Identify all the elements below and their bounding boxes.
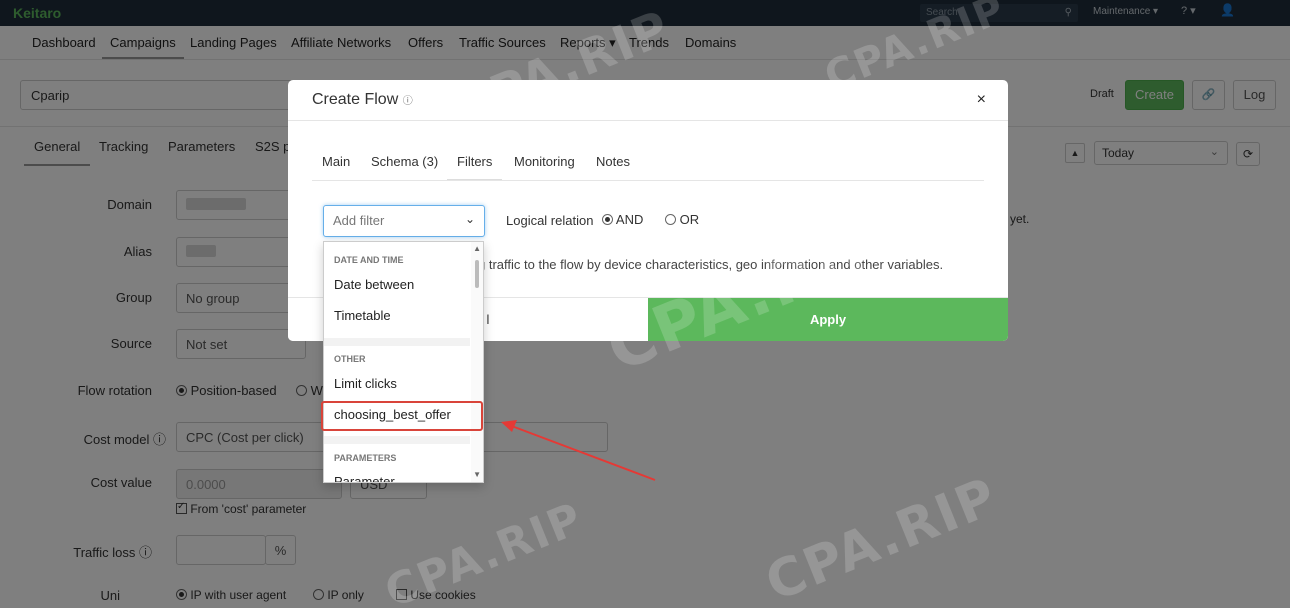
filter-dropdown[interactable]: DATE AND TIME Date between Timetable OTH… bbox=[323, 241, 484, 483]
add-filter-select[interactable]: Add filter ⌄ bbox=[323, 205, 485, 237]
dropdown-item-date-between[interactable]: Date between bbox=[334, 277, 414, 292]
modal-tab-filters[interactable]: Filters bbox=[447, 154, 503, 181]
tab-divider bbox=[312, 180, 984, 181]
scroll-up-icon[interactable]: ▲ bbox=[473, 244, 481, 253]
scroll-down-icon[interactable]: ▼ bbox=[473, 470, 481, 479]
scrollbar-thumb[interactable] bbox=[475, 260, 479, 288]
chevron-down-icon: ⌄ bbox=[464, 212, 475, 226]
filter-placeholder: Add filter bbox=[333, 213, 385, 228]
radio-icon bbox=[665, 214, 676, 225]
close-icon[interactable]: × bbox=[977, 91, 986, 109]
dropdown-item-parameter[interactable]: Parameter bbox=[334, 474, 395, 482]
modal-tab-notes[interactable]: Notes bbox=[596, 154, 630, 169]
dropdown-divider bbox=[324, 338, 470, 346]
modal-header: Create Flow ⓘ × bbox=[288, 80, 1008, 121]
dropdown-item-timetable[interactable]: Timetable bbox=[334, 308, 391, 323]
dropdown-item-limit-clicks[interactable]: Limit clicks bbox=[334, 376, 397, 391]
logical-relation-label: Logical relation bbox=[506, 213, 594, 228]
radio-or[interactable]: OR bbox=[665, 212, 699, 227]
modal-title-text: Create Flow bbox=[312, 91, 399, 108]
radio-label: OR bbox=[679, 212, 700, 227]
modal-tab-main[interactable]: Main bbox=[322, 154, 350, 169]
dropdown-group-parameters: PARAMETERS bbox=[334, 453, 397, 463]
dropdown-divider bbox=[324, 436, 470, 444]
modal-tab-monitoring[interactable]: Monitoring bbox=[514, 154, 575, 169]
radio-label: AND bbox=[615, 212, 644, 227]
radio-and[interactable]: AND bbox=[602, 212, 643, 227]
dropdown-scrollbar[interactable]: ▲ ▼ bbox=[471, 242, 483, 482]
annotation-arrow-icon bbox=[501, 420, 656, 481]
annotation-highlight bbox=[321, 401, 483, 431]
modal-tab-schema[interactable]: Schema (3) bbox=[371, 154, 438, 169]
dropdown-group-date: DATE AND TIME bbox=[334, 255, 404, 265]
cancel-label: l bbox=[486, 312, 490, 327]
dropdown-group-other: OTHER bbox=[334, 354, 366, 364]
info-icon[interactable]: ⓘ bbox=[403, 96, 413, 107]
modal-title: Create Flow ⓘ bbox=[312, 91, 413, 109]
radio-icon bbox=[602, 214, 613, 225]
